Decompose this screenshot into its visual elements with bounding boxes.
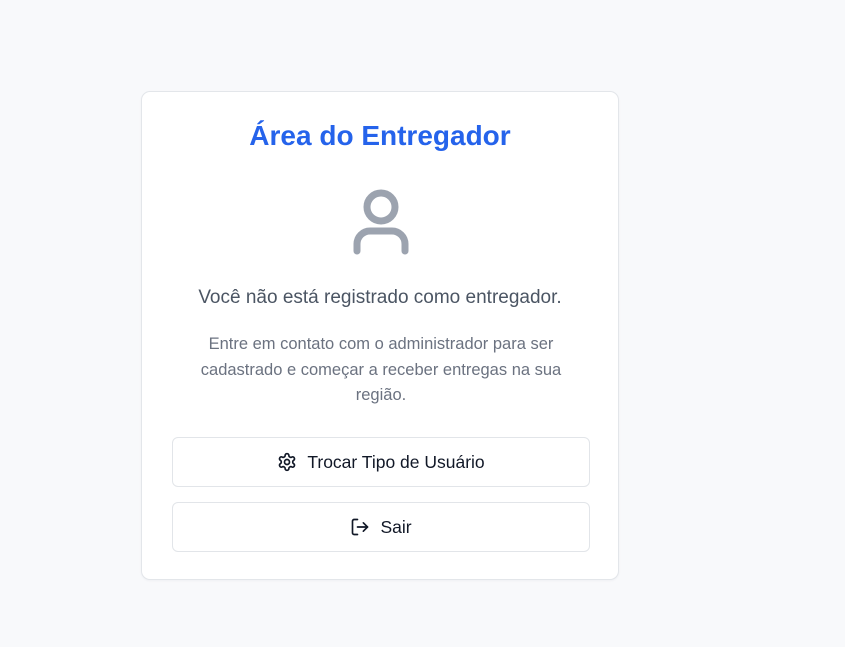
- not-registered-message: Você não está registrado como entregador…: [198, 287, 562, 308]
- courier-area-card: Área do Entregador Você não está registr…: [141, 91, 619, 580]
- gear-icon: [277, 452, 297, 472]
- page-title: Área do Entregador: [249, 120, 511, 151]
- contact-admin-description: Entre em contato com o administrador par…: [200, 335, 562, 404]
- user-icon: [351, 186, 411, 258]
- switch-user-type-button[interactable]: Trocar Tipo de Usuário: [172, 437, 590, 487]
- logout-button[interactable]: Sair: [172, 502, 590, 552]
- log-out-icon: [350, 517, 370, 537]
- logout-label: Sair: [380, 516, 412, 537]
- switch-user-type-label: Trocar Tipo de Usuário: [307, 451, 485, 472]
